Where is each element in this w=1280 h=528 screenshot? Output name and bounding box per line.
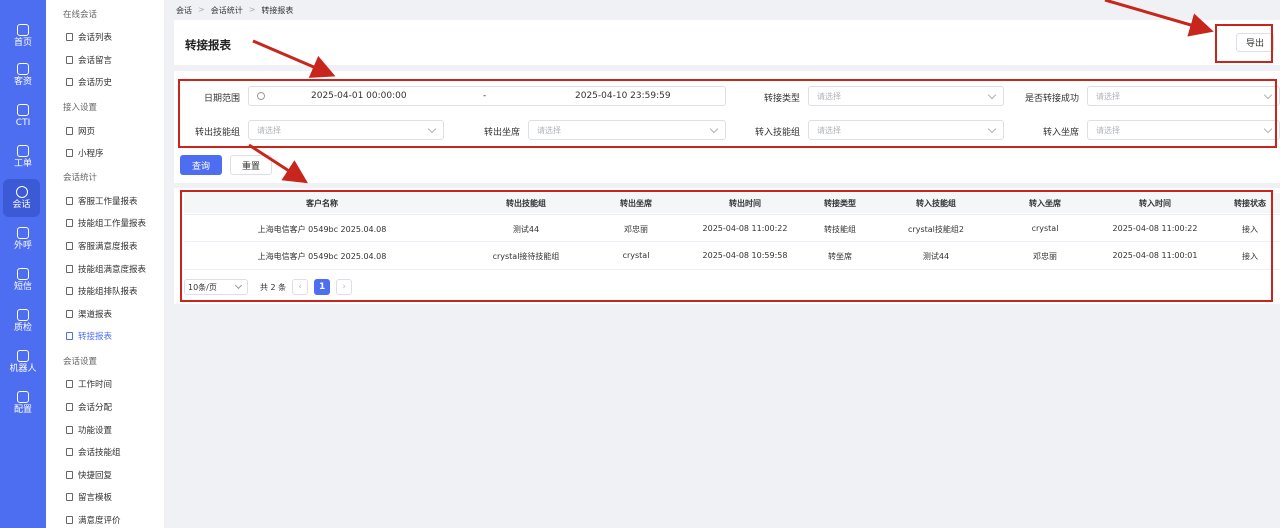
arrow-to-filters <box>252 39 336 78</box>
arrow-to-table <box>248 143 309 184</box>
annotation-arrows <box>248 0 1214 184</box>
arrow-to-export <box>1104 0 1214 37</box>
